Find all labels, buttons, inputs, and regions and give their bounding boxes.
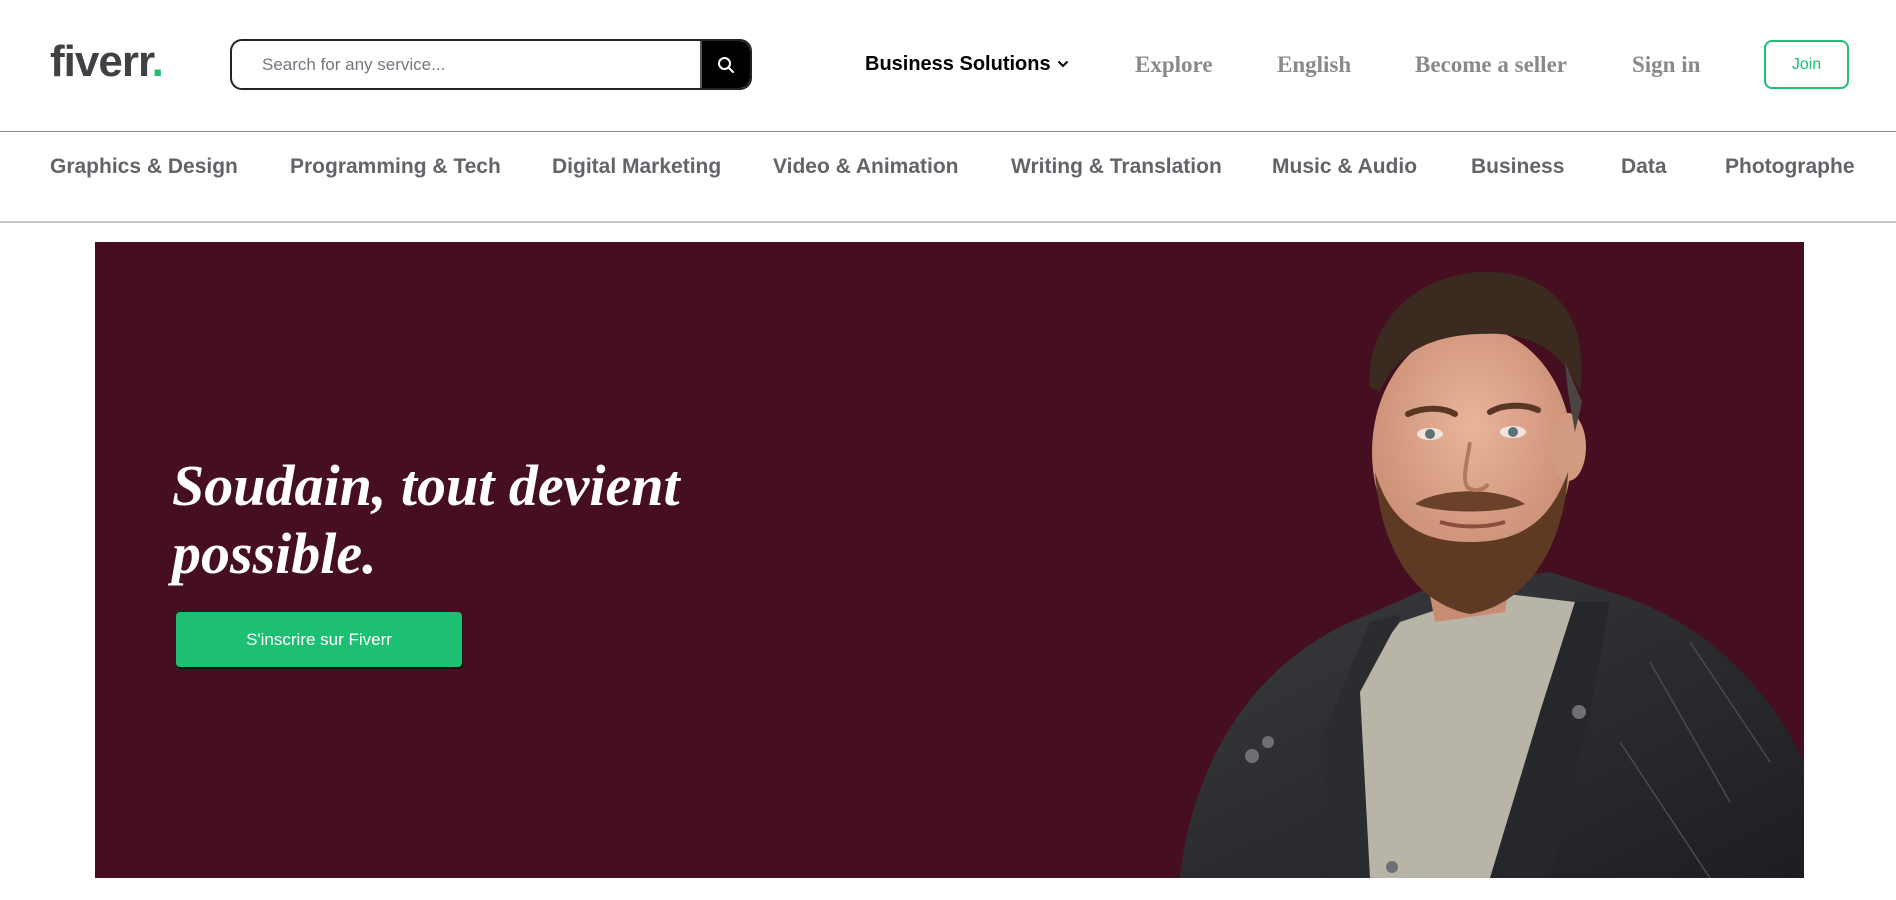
category-photographe[interactable]: Photographe [1725, 154, 1855, 180]
signup-button[interactable]: S'inscrire sur Fiverr [176, 612, 462, 667]
nav-become-seller[interactable]: Become a seller [1415, 51, 1567, 79]
category-graphics-design[interactable]: Graphics & Design [50, 154, 238, 180]
nav-language[interactable]: English [1277, 51, 1351, 79]
search-bar [230, 39, 752, 90]
hero-person-image [1180, 271, 1804, 878]
nav-explore[interactable]: Explore [1135, 51, 1213, 79]
chevron-down-icon [1057, 60, 1068, 68]
logo-text: fiverr [50, 37, 153, 86]
fiverr-logo[interactable]: fiverr. [50, 36, 164, 88]
category-video-animation[interactable]: Video & Animation [773, 154, 959, 180]
category-business[interactable]: Business [1471, 154, 1564, 180]
logo-dot: . [151, 37, 164, 86]
search-icon [718, 56, 734, 73]
category-menu: Graphics & Design Programming & Tech Dig… [0, 133, 1896, 223]
hero-banner: Soudain, tout devient possible. S'inscri… [95, 242, 1804, 878]
nav-sign-in[interactable]: Sign in [1632, 51, 1700, 79]
category-music-audio[interactable]: Music & Audio [1272, 154, 1417, 180]
category-writing-translation[interactable]: Writing & Translation [1011, 154, 1222, 180]
search-input[interactable] [232, 41, 702, 88]
category-programming-tech[interactable]: Programming & Tech [290, 154, 501, 180]
business-solutions-label: Business Solutions [865, 53, 1051, 75]
join-button[interactable]: Join [1764, 40, 1849, 89]
site-header: fiverr. Business Solutions Explore Engli… [0, 0, 1896, 132]
search-button[interactable] [700, 41, 750, 88]
hero-title: Soudain, tout devient possible. [172, 453, 680, 586]
category-data[interactable]: Data [1621, 154, 1667, 180]
business-solutions-menu[interactable]: Business Solutions [865, 52, 1069, 76]
category-digital-marketing[interactable]: Digital Marketing [552, 154, 721, 180]
